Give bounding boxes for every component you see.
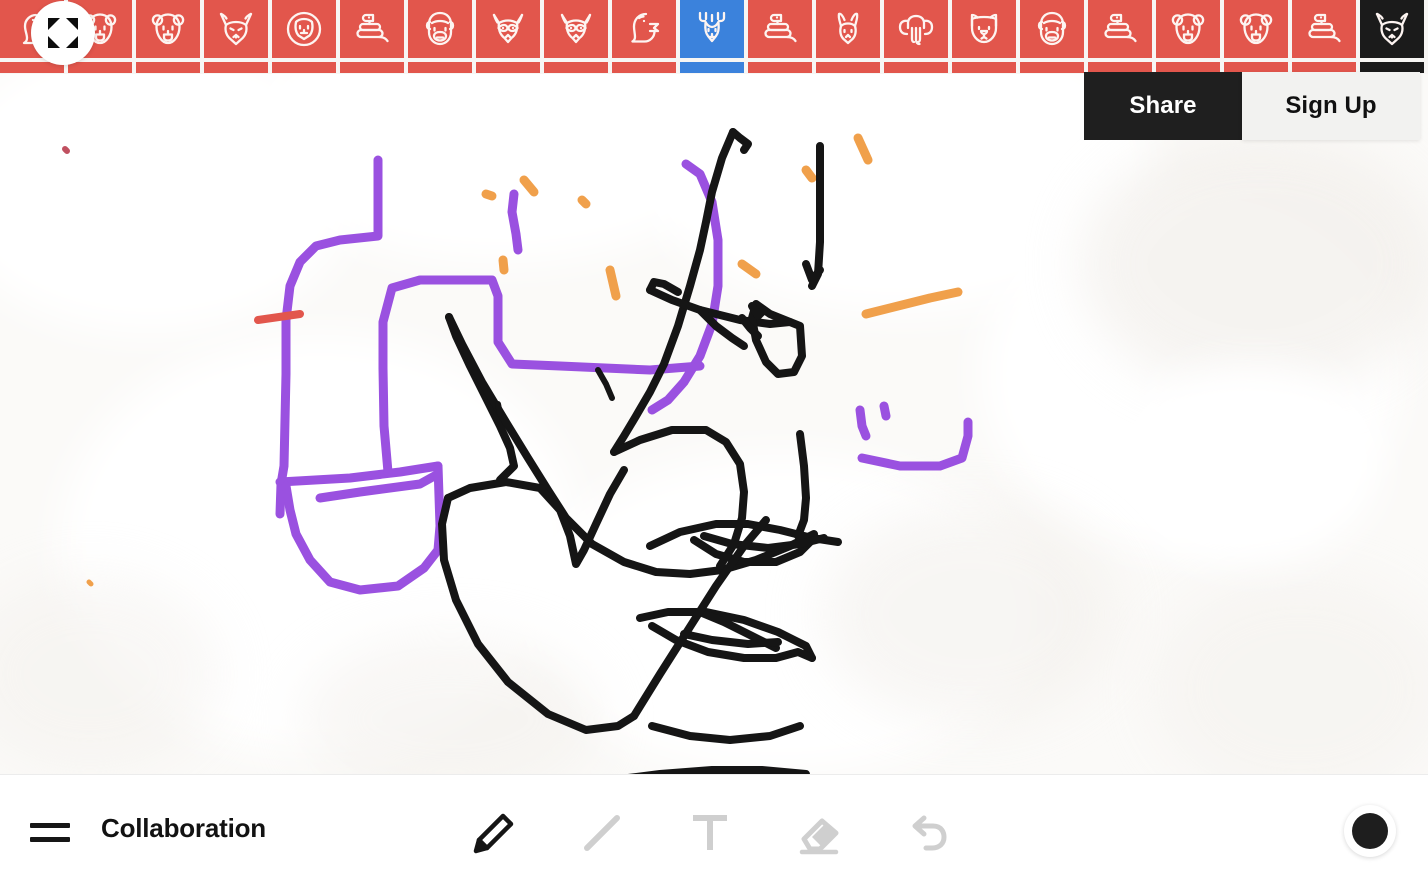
animal-tile-secondary-15[interactable] [1020, 62, 1084, 73]
animal-rabbit-icon [828, 9, 868, 49]
animal-tile-6[interactable] [408, 0, 472, 58]
line-tool[interactable] [548, 789, 656, 877]
animal-dog-icon [964, 9, 1004, 49]
animal-tile-secondary-7[interactable] [476, 62, 540, 73]
text-t-icon [693, 815, 727, 850]
drawing-canvas[interactable] [0, 74, 1428, 774]
animal-avatar-strip [0, 0, 1428, 74]
animal-tile-8[interactable] [544, 0, 608, 58]
undo-arrow-icon [912, 815, 947, 851]
animal-tile-14[interactable] [952, 0, 1016, 58]
animal-tile-row [0, 0, 1428, 58]
pencil-icon [473, 813, 514, 854]
bottom-toolbar: Collaboration [0, 774, 1428, 888]
animal-tile-16[interactable] [1088, 0, 1152, 58]
text-tool[interactable] [656, 789, 764, 877]
document-title: Collaboration [101, 813, 266, 843]
animal-gorilla-icon [420, 9, 460, 49]
animal-fox-icon [216, 9, 256, 49]
animal-tile-12[interactable] [816, 0, 880, 58]
animal-tile-9[interactable] [612, 0, 676, 58]
animal-tile-secondary-3[interactable] [204, 62, 268, 73]
animal-tile-19[interactable] [1292, 0, 1356, 58]
animal-raccoon-icon [488, 9, 528, 49]
animal-bear-icon [1236, 9, 1276, 49]
animal-lion-icon [284, 9, 324, 49]
expand-fullscreen-button[interactable] [31, 1, 95, 65]
animal-tile-secondary-4[interactable] [272, 62, 336, 73]
animal-tile-secondary-14[interactable] [952, 62, 1016, 73]
animal-tile-18[interactable] [1224, 0, 1288, 58]
animal-tile-2[interactable] [136, 0, 200, 58]
tool-group [440, 789, 980, 877]
animal-fox-icon [1372, 9, 1412, 49]
animal-snake-icon [1304, 9, 1344, 49]
expand-arrows-icon [48, 18, 78, 48]
animal-tile-7[interactable] [476, 0, 540, 58]
pencil-tool[interactable] [440, 789, 548, 877]
color-swatch-icon [1352, 813, 1388, 849]
animal-tile-secondary-9[interactable] [612, 62, 676, 73]
animal-snake-icon [1100, 9, 1140, 49]
color-swatch-button[interactable] [1344, 805, 1396, 857]
animal-tile-secondary-1[interactable] [68, 62, 132, 73]
animal-tile-secondary-12[interactable] [816, 62, 880, 73]
animal-deer-icon [692, 9, 732, 49]
animal-tile-3[interactable] [204, 0, 268, 58]
animal-tile-20[interactable] [1360, 0, 1424, 58]
animal-tile-secondary-2[interactable] [136, 62, 200, 73]
animal-snake-icon [352, 9, 392, 49]
animal-tile-secondary-6[interactable] [408, 62, 472, 73]
animal-tile-4[interactable] [272, 0, 336, 58]
animal-tile-secondary-11[interactable] [748, 62, 812, 73]
animal-eagle-icon [624, 9, 664, 49]
animal-raccoon-icon [556, 9, 596, 49]
animal-tile-secondary-5[interactable] [340, 62, 404, 73]
whiteboard-app: Share Sign Up Collaboration [0, 0, 1428, 888]
canvas-strokes [62, 128, 973, 774]
animal-bear-icon [1168, 9, 1208, 49]
signup-button[interactable]: Sign Up [1242, 72, 1420, 140]
animal-tile-11[interactable] [748, 0, 812, 58]
animal-gorilla-icon [1032, 9, 1072, 49]
hamburger-menu-icon[interactable] [30, 815, 70, 849]
line-icon [584, 815, 620, 851]
animal-tile-17[interactable] [1156, 0, 1220, 58]
undo-tool[interactable] [872, 789, 980, 877]
eraser-icon [799, 818, 839, 855]
animal-tile-15[interactable] [1020, 0, 1084, 58]
animal-elephant-icon [896, 9, 936, 49]
share-button[interactable]: Share [1084, 72, 1242, 140]
animal-tile-secondary-13[interactable] [884, 62, 948, 73]
animal-tile-secondary-8[interactable] [544, 62, 608, 73]
animal-bear-icon [148, 9, 188, 49]
animal-tile-secondary-10[interactable] [680, 62, 744, 73]
account-bar: Share Sign Up [1084, 72, 1420, 140]
animal-tile-5[interactable] [340, 0, 404, 58]
animal-tile-10[interactable] [680, 0, 744, 58]
animal-snake-icon [760, 9, 800, 49]
eraser-tool[interactable] [764, 789, 872, 877]
animal-tile-13[interactable] [884, 0, 948, 58]
